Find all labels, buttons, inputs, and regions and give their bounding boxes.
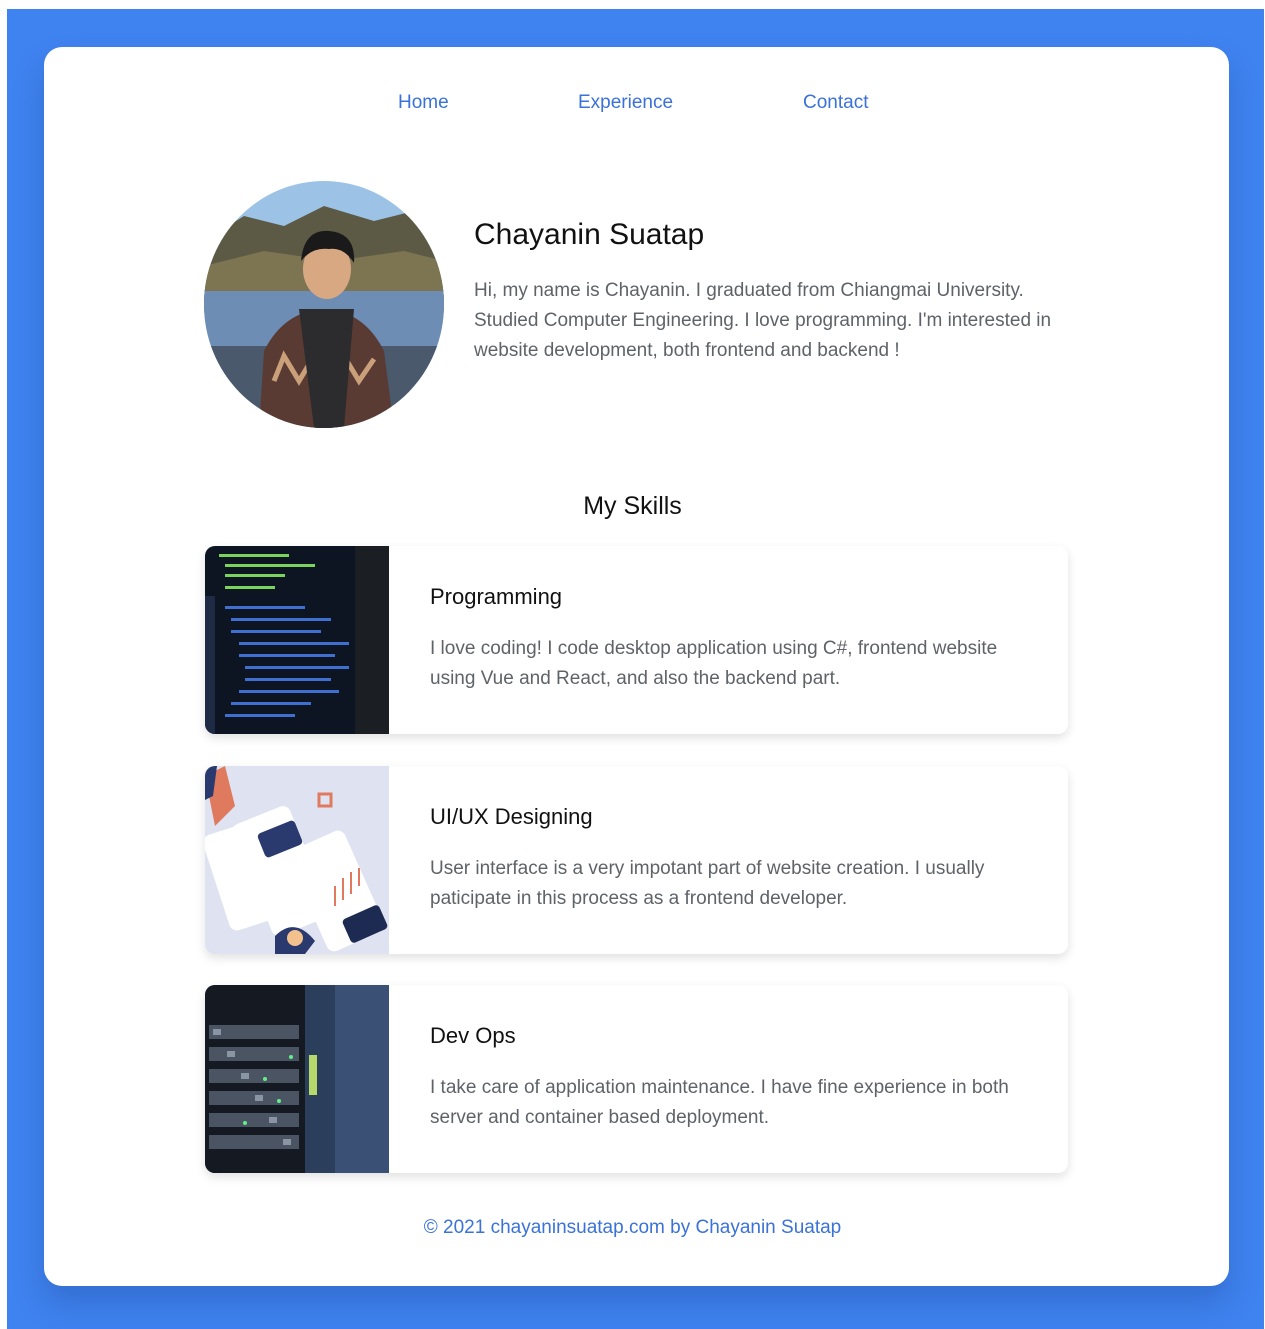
skill-title-programming: Programming <box>430 584 563 609</box>
uiux-image <box>205 766 389 954</box>
profile-photo <box>204 181 444 428</box>
programming-image <box>205 546 389 734</box>
footer-copyright: © 2021 chayaninsuatap.com by Chayanin Su… <box>423 1217 842 1238</box>
nav-contact-link[interactable]: Contact <box>803 92 868 114</box>
skill-desc-devops: I take care of application maintenance. … <box>430 1077 1009 1128</box>
skills-heading: My Skills <box>583 492 682 520</box>
skill-card-devops: Dev Ops I take care of application maint… <box>205 985 1068 1173</box>
devops-image <box>205 985 389 1173</box>
nav-experience-link[interactable]: Experience <box>578 92 673 114</box>
nav-home-link[interactable]: Home <box>398 92 449 114</box>
profile-name: Chayanin Suatap <box>474 218 705 251</box>
skill-card-uiux: UI/UX Designing User interface is a very… <box>205 766 1068 954</box>
profile-avatar <box>204 181 444 428</box>
skill-desc-uiux: User interface is a very impotant part o… <box>430 858 985 909</box>
skill-card-programming: Programming I love coding! I code deskto… <box>205 546 1068 734</box>
profile-bio: Hi, my name is Chayanin. I graduated fro… <box>474 280 1052 361</box>
skill-title-uiux: UI/UX Designing <box>430 804 593 829</box>
skill-title-devops: Dev Ops <box>430 1023 516 1048</box>
skill-desc-programming: I love coding! I code desktop applicatio… <box>430 638 998 689</box>
